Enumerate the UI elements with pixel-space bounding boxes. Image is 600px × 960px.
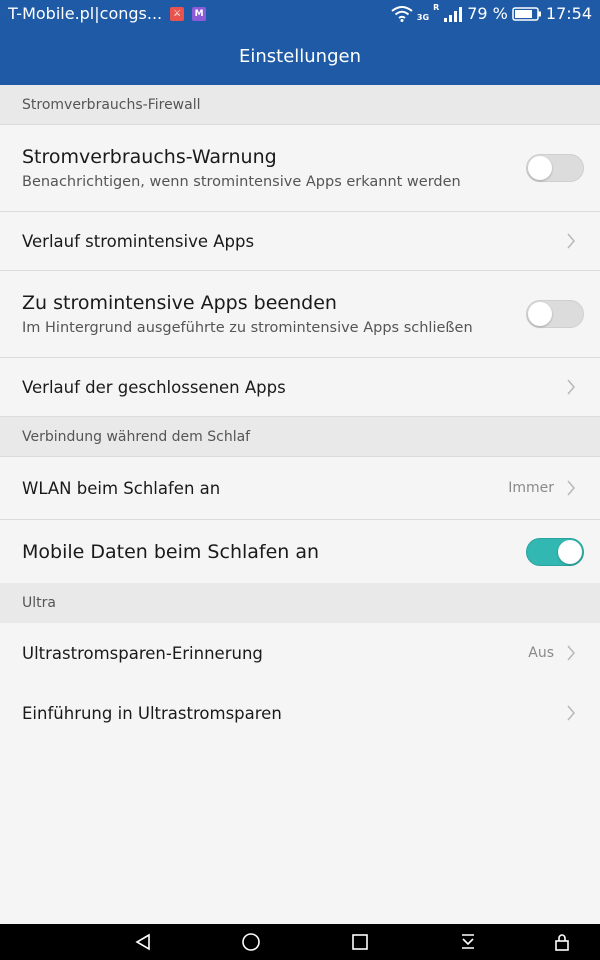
row-value: Immer [508, 480, 554, 496]
row-title: Verlauf stromintensive Apps [22, 231, 255, 251]
chevron-right-icon [567, 480, 575, 496]
row-value: Aus [528, 645, 554, 661]
row-wlan-sleep[interactable]: WLAN beim Schlafen an Immer [0, 457, 600, 520]
carrier-name: T-Mobile.pl|congs... [8, 4, 163, 23]
mobile-data-sleep-toggle[interactable] [526, 537, 584, 566]
section-header-sleep: Verbindung während dem Schlaf [0, 417, 600, 457]
row-mobile-data-sleep[interactable]: Mobile Daten beim Schlafen an [0, 520, 600, 583]
battery-icon [512, 6, 542, 22]
lock-icon[interactable] [552, 932, 572, 952]
chevron-right-icon [567, 379, 575, 395]
row-title: Mobile Daten beim Schlafen an [22, 540, 320, 563]
row-history-closed[interactable]: Verlauf der geschlossenen Apps [0, 358, 600, 417]
section-header-firewall: Stromverbrauchs-Firewall [0, 85, 600, 125]
notification-icon-app1: ⚔ [170, 6, 185, 21]
row-title: Einführung in Ultrastromsparen [22, 703, 282, 723]
row-title: Zu stromintensive Apps beenden [22, 292, 337, 314]
row-ultra-intro[interactable]: Einführung in Ultrastromsparen [0, 683, 600, 743]
status-bar: T-Mobile.pl|congs... ⚔ M 3G R 79 % 17:54 [0, 0, 600, 27]
row-ultra-reminder[interactable]: Ultrastromsparen-Erinnerung Aus [0, 623, 600, 683]
power-warning-toggle[interactable] [526, 154, 584, 182]
chevron-right-icon [567, 233, 575, 249]
network-type: 3G [416, 13, 430, 22]
back-icon[interactable] [133, 932, 153, 952]
row-title: Ultrastromsparen-Erinnerung [22, 643, 263, 663]
wifi-icon [391, 5, 413, 22]
home-icon[interactable] [241, 932, 261, 952]
recents-icon[interactable] [350, 932, 370, 952]
row-title: Stromverbrauchs-Warnung [22, 146, 277, 168]
row-close-intensive[interactable]: Zu stromintensive Apps beenden Im Hinter… [0, 271, 600, 358]
app-bar: Einstellungen [0, 27, 600, 85]
row-subtitle: Benachrichtigen, wenn stromintensive App… [22, 174, 461, 190]
navigation-bar [0, 924, 600, 960]
row-history-intensive[interactable]: Verlauf stromintensive Apps [0, 212, 600, 271]
settings-list: Stromverbrauchs-Firewall Stromverbrauchs… [0, 85, 600, 743]
signal-icon [443, 6, 463, 22]
section-header-ultra: Ultra [0, 583, 600, 623]
page-title: Einstellungen [238, 45, 362, 67]
close-intensive-toggle[interactable] [526, 300, 584, 328]
roaming-indicator: R [433, 3, 440, 12]
notification-icon-app2: M [192, 6, 207, 21]
row-title: WLAN beim Schlafen an [22, 478, 221, 498]
toggle-knob [528, 156, 552, 180]
toggle-knob [558, 539, 582, 564]
chevron-right-icon [567, 645, 575, 661]
row-subtitle: Im Hintergrund ausgeführte zu strominten… [22, 320, 473, 336]
notification-pull-icon[interactable] [458, 932, 478, 952]
clock: 17:54 [545, 4, 592, 23]
row-power-warning[interactable]: Stromverbrauchs-Warnung Benachrichtigen,… [0, 125, 600, 212]
chevron-right-icon [567, 705, 575, 721]
row-title: Verlauf der geschlossenen Apps [22, 377, 286, 397]
battery-level: 79 % [467, 4, 508, 23]
toggle-knob [528, 302, 552, 326]
